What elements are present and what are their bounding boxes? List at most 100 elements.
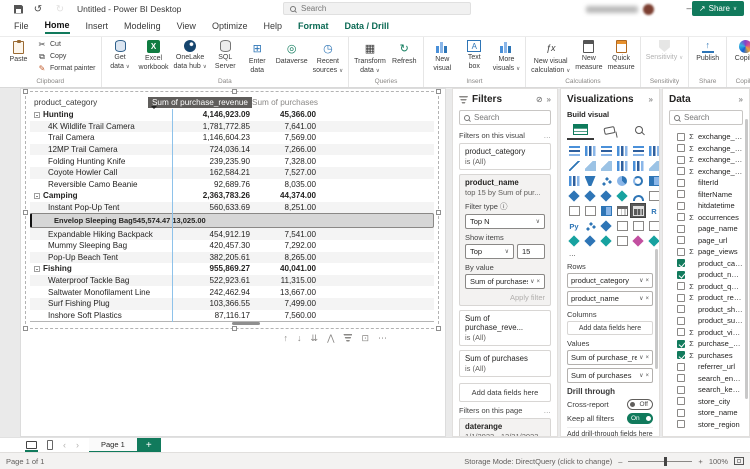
filter-card-product-category[interactable]: product_category is (All) (459, 143, 551, 170)
revenue-cell[interactable]: 87,116.17 (168, 311, 252, 320)
cross-report-toggle[interactable]: Off (627, 399, 653, 410)
onelake-data-hub-button[interactable]: OneLakedata hub ∨ (172, 39, 209, 73)
next-page-arrow[interactable]: › (76, 440, 79, 450)
matrix-row[interactable]: Saltwater Monofilament Line242,462.9413,… (30, 286, 434, 298)
data-search[interactable]: Search (669, 110, 743, 125)
purchases-cell[interactable]: 7,292.00 (252, 241, 318, 250)
visual-type-decomposition-tree[interactable] (599, 219, 613, 232)
field-item-product-quan[interactable]: Σproduct_quan... (669, 281, 743, 293)
previous-page-arrow[interactable]: ‹ (63, 440, 66, 450)
expand-all-down-icon[interactable]: ⇊ (311, 333, 319, 343)
column-header-purchase-revenue-selected[interactable]: Sum of purchase_revenue (148, 97, 252, 108)
visual-type-scatter-chart[interactable] (599, 174, 613, 187)
recent-sources-button[interactable]: ◷Recentsources ∨ (311, 39, 346, 77)
revenue-cell[interactable]: 103,366.55 (168, 299, 252, 308)
values-field-pill[interactable]: Sum of purchases∨× (567, 368, 653, 383)
field-checkbox[interactable] (677, 305, 685, 313)
resize-handle-nw[interactable] (23, 89, 28, 94)
visual-type-smart-narrative[interactable] (631, 219, 645, 232)
purchases-cell[interactable]: 7,328.00 (252, 157, 318, 166)
visual-type-100-stacked-column-chart[interactable] (647, 144, 660, 157)
purchases-cell[interactable]: 129,781.00 (252, 323, 318, 324)
field-checkbox[interactable] (677, 397, 685, 405)
field-item-store-region[interactable]: store_region (669, 419, 743, 431)
matrix-row[interactable]: Envelop Sleeping Bag545,574.4713,025.00 (30, 213, 434, 228)
copy-button[interactable]: ⧉Copy (35, 51, 98, 62)
collapse-box-icon[interactable] (34, 193, 40, 199)
field-checkbox[interactable] (677, 340, 685, 348)
page-tab[interactable]: Page 1 (89, 438, 137, 453)
visual-type-area-chart[interactable] (583, 159, 597, 172)
matrix-row[interactable]: Reversible Camo Beanie92,689.768,035.00 (30, 179, 434, 191)
refresh-button[interactable]: ↻Refresh (389, 39, 420, 68)
field-checkbox[interactable] (677, 317, 685, 325)
matrix-row[interactable]: Mummy Sleeping Bag420,457.307,292.00 (30, 240, 434, 252)
field-checkbox[interactable] (677, 328, 685, 336)
remove-field-icon[interactable]: × (645, 355, 649, 361)
mobile-view-icon[interactable] (47, 440, 53, 450)
field-checkbox[interactable] (677, 156, 685, 164)
field-item-page-views[interactable]: Σpage_views (669, 246, 743, 258)
revenue-cell[interactable]: 239,235.90 (168, 157, 252, 166)
field-item-filterid[interactable]: filterId (669, 177, 743, 189)
new-page-button[interactable]: + (137, 438, 161, 453)
field-item-store-city[interactable]: store_city (669, 396, 743, 408)
collapse-box-icon[interactable] (34, 266, 40, 272)
row-label[interactable]: Mummy Sleeping Bag (30, 241, 168, 250)
zoom-slider[interactable] (628, 461, 692, 462)
visual-type-qa-visual[interactable] (615, 219, 629, 232)
row-label[interactable]: Saltwater Monofilament Line (30, 288, 168, 297)
purchases-cell[interactable]: 7,569.00 (252, 133, 318, 142)
report-canvas[interactable]: product_category Sum of purchase_revenue… (20, 88, 446, 437)
field-item-product-short[interactable]: product_short... (669, 304, 743, 316)
menu-format[interactable]: Format (298, 21, 329, 33)
visual-type-multi-row-card[interactable] (567, 204, 581, 217)
matrix-row[interactable]: Coyote Howler Call162,584.217,527.00 (30, 167, 434, 179)
field-checkbox[interactable] (677, 202, 685, 210)
excel-workbook-button[interactable]: XExcelworkbook (137, 39, 171, 74)
revenue-cell[interactable]: 382,205.61 (168, 253, 252, 262)
get-data-button[interactable]: Getdata ∨ (105, 39, 136, 73)
collapse-pane-icon[interactable]: » (739, 95, 743, 104)
visual-type-line-and-stacked-column-chart[interactable] (615, 159, 629, 172)
purchases-cell[interactable]: 7,560.00 (252, 311, 318, 320)
matrix-visual[interactable]: product_category Sum of purchase_revenue… (25, 91, 439, 329)
visual-type-clustered-column-chart[interactable] (615, 144, 629, 157)
format-visual-tab[interactable] (596, 120, 623, 140)
field-checkbox[interactable] (677, 190, 685, 198)
matrix-row[interactable]: Hunting4,146,923.0945,366.00 (30, 109, 434, 121)
field-checkbox[interactable] (677, 409, 685, 417)
revenue-cell[interactable]: 162,584.21 (168, 168, 252, 177)
show-items-count-input[interactable]: 15 (517, 244, 545, 259)
zoom-out-icon[interactable]: – (618, 457, 622, 466)
copilot-button[interactable]: Copilot (730, 39, 750, 65)
columns-dropzone[interactable]: Add data fields here (567, 321, 653, 335)
remove-field-icon[interactable]: × (645, 278, 649, 284)
visual-type-scorecard[interactable] (631, 234, 645, 247)
desktop-view-icon[interactable] (26, 441, 37, 449)
get-more-visuals-icon[interactable]: ... (569, 249, 653, 258)
row-label[interactable]: Total (30, 323, 168, 324)
visual-type-matrix[interactable] (631, 204, 645, 217)
remove-field-icon[interactable]: × (645, 296, 649, 302)
new-measure-button[interactable]: Newmeasure (573, 39, 604, 74)
visual-type-arcgis-map[interactable] (567, 234, 581, 247)
resize-handle-e[interactable] (436, 210, 441, 215)
resize-handle-ne[interactable] (436, 89, 441, 94)
filters-search[interactable]: Search (459, 110, 551, 125)
collapse-pane-icon[interactable]: » (547, 95, 551, 104)
add-filter-fields-dropzone[interactable]: Add data fields here (459, 383, 551, 402)
row-label[interactable]: Surf Fishing Plug (30, 299, 168, 308)
row-label[interactable]: 4K Wildlife Trail Camera (30, 122, 168, 131)
revenue-cell[interactable]: 242,462.94 (168, 288, 252, 297)
row-label[interactable]: Waterproof Tackle Bag (30, 276, 168, 285)
chevron-down-icon[interactable]: ∨ (639, 372, 643, 379)
revenue-cell[interactable]: 1,781,772.85 (168, 122, 252, 131)
matrix-row[interactable]: Camping2,363,783.2644,374.00 (30, 190, 434, 202)
purchases-cell[interactable]: 7,499.00 (252, 299, 318, 308)
field-item-product-revie[interactable]: Σproduct_revie... (669, 292, 743, 304)
revenue-cell[interactable]: 522,923.61 (168, 276, 252, 285)
visual-type-kpi[interactable] (583, 204, 597, 217)
menu-view[interactable]: View (177, 21, 196, 33)
row-label[interactable]: Folding Hunting Knife (30, 157, 168, 166)
